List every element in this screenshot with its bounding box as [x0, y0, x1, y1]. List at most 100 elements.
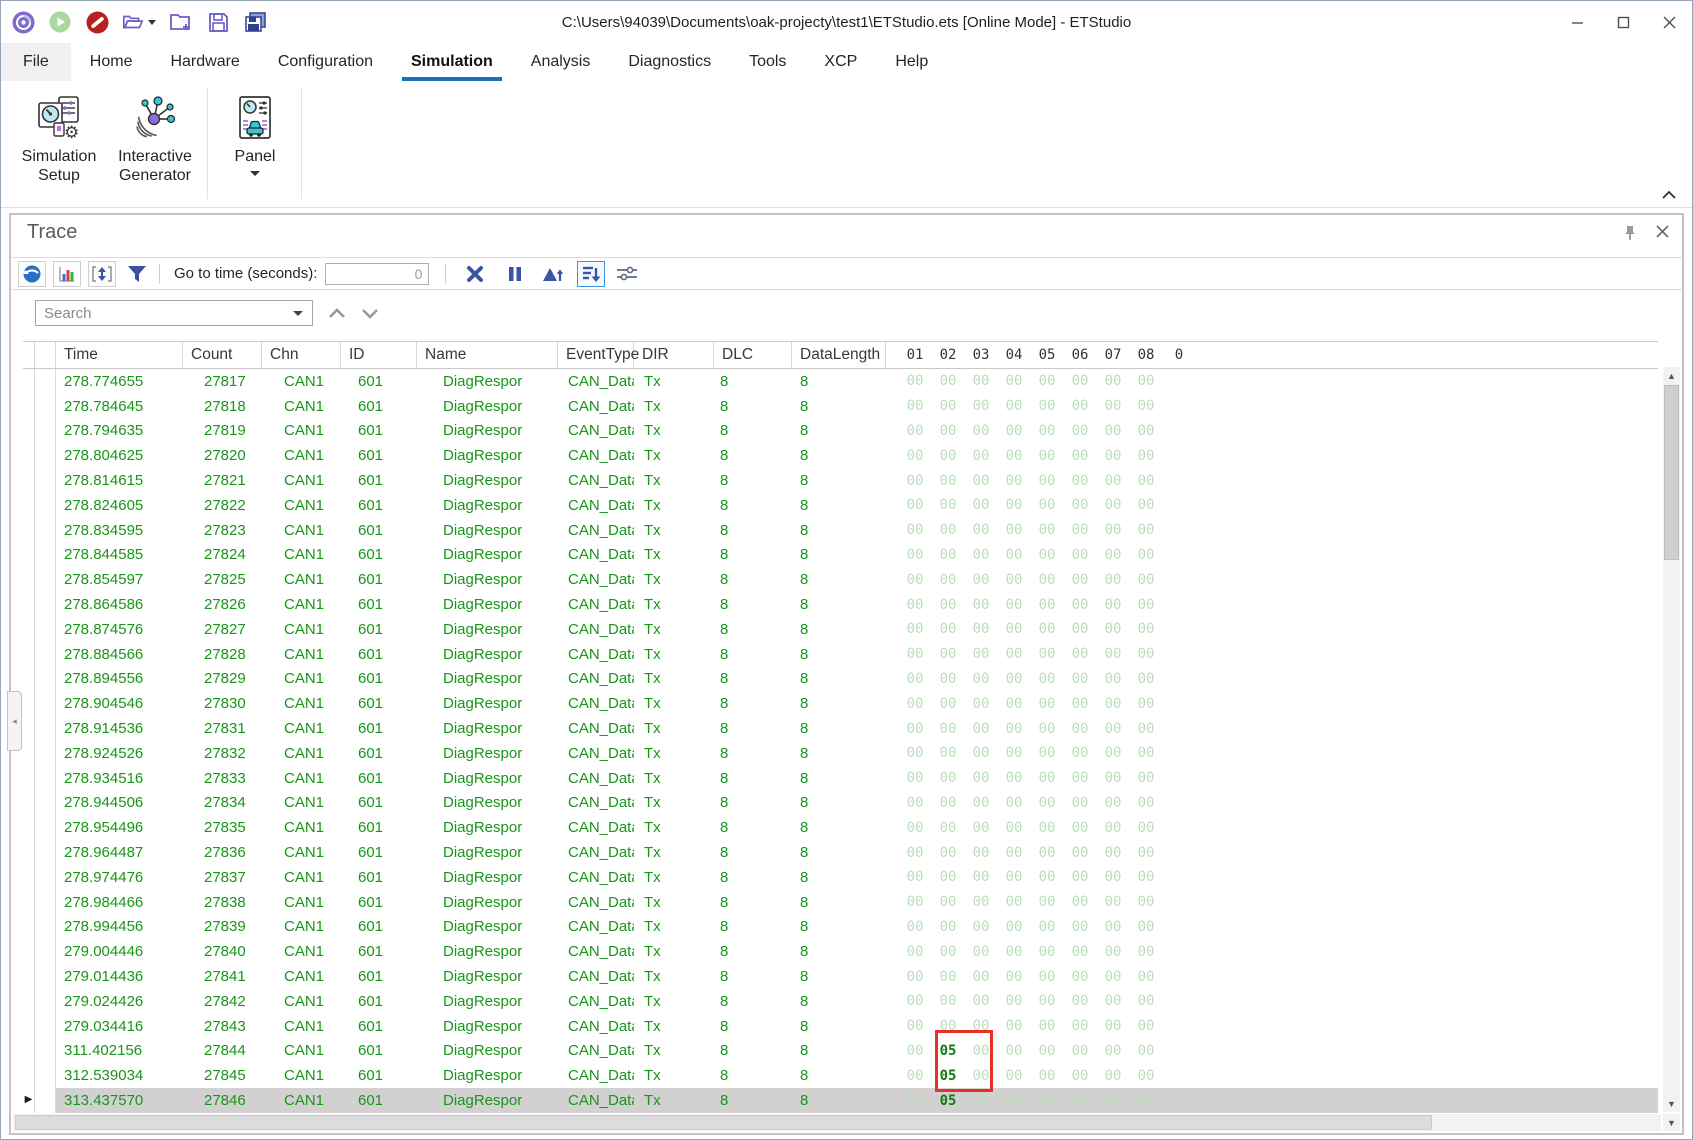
column-header-gutter[interactable]: [35, 342, 56, 368]
trace-row[interactable]: 278.94450627834CAN1601DiagResporCAN_Data…: [23, 791, 1658, 816]
column-header-dlc[interactable]: DLC: [714, 342, 792, 368]
trace-row[interactable]: 278.96448727836CAN1601DiagResporCAN_Data…: [23, 840, 1658, 865]
trace-row[interactable]: 279.00444627840CAN1601DiagResporCAN_Data…: [23, 939, 1658, 964]
menu-item-simulation[interactable]: Simulation: [392, 43, 512, 81]
trace-row[interactable]: 278.80462527820CAN1601DiagResporCAN_Data…: [23, 443, 1658, 468]
trace-row[interactable]: 312.53903427845CAN1601DiagResporCAN_Data…: [23, 1063, 1658, 1088]
stop-icon[interactable]: [85, 10, 109, 34]
trace-row[interactable]: 278.88456627828CAN1601DiagResporCAN_Data…: [23, 642, 1658, 667]
trace-row[interactable]: 279.01443627841CAN1601DiagResporCAN_Data…: [23, 964, 1658, 989]
trace-row[interactable]: 278.79463527819CAN1601DiagResporCAN_Data…: [23, 419, 1658, 444]
scroll-to-bottom-icon[interactable]: [577, 261, 605, 287]
vertical-scrollbar[interactable]: ▲ ▼: [1663, 367, 1680, 1112]
cell: [35, 443, 56, 468]
trace-row[interactable]: ▶313.43757027846CAN1601DiagResporCAN_Dat…: [23, 1088, 1658, 1113]
trace-row[interactable]: 278.89455627829CAN1601DiagResporCAN_Data…: [23, 667, 1658, 692]
menu-item-tools[interactable]: Tools: [730, 43, 805, 81]
trace-row[interactable]: 278.97447627837CAN1601DiagResporCAN_Data…: [23, 865, 1658, 890]
interactive-generator-button[interactable]: Interactive Generator: [109, 89, 201, 201]
statistics-chart-icon[interactable]: [53, 261, 81, 287]
column-header-bytes[interactable]: 01020304050607080: [886, 342, 1658, 368]
column-header-id[interactable]: ID: [341, 342, 417, 368]
filter-icon[interactable]: [123, 261, 151, 287]
minimize-button[interactable]: [1554, 1, 1600, 43]
menu-item-help[interactable]: Help: [876, 43, 947, 81]
clear-icon[interactable]: [461, 261, 489, 287]
pause-icon[interactable]: [501, 261, 529, 287]
cell: CAN1: [262, 716, 341, 741]
search-dropdown-icon[interactable]: [293, 311, 303, 316]
menu-item-diagnostics[interactable]: Diagnostics: [609, 43, 730, 81]
trace-row[interactable]: 278.86458627826CAN1601DiagResporCAN_Data…: [23, 592, 1658, 617]
panel-dropdown-icon[interactable]: [250, 171, 260, 176]
cell: 8: [714, 642, 792, 667]
splitter-handle[interactable]: ◂: [7, 691, 22, 751]
overwrite-mode-icon[interactable]: [18, 261, 46, 287]
simulation-setup-button[interactable]: ⚙ Simulation Setup: [11, 89, 107, 201]
scroll-down-icon[interactable]: ▼: [1663, 1114, 1680, 1131]
trace-row[interactable]: 278.87457627827CAN1601DiagResporCAN_Data…: [23, 617, 1658, 642]
new-file-icon[interactable]: [169, 10, 193, 34]
menu-item-hardware[interactable]: Hardware: [151, 43, 258, 81]
trace-row[interactable]: 278.95449627835CAN1601DiagResporCAN_Data…: [23, 815, 1658, 840]
column-header-gutter[interactable]: [23, 342, 35, 368]
trace-row[interactable]: 278.82460527822CAN1601DiagResporCAN_Data…: [23, 493, 1658, 518]
trace-row[interactable]: 278.83459527823CAN1601DiagResporCAN_Data…: [23, 518, 1658, 543]
menu-item-analysis[interactable]: Analysis: [512, 43, 610, 81]
vertical-scrollbar-thumb[interactable]: [1664, 385, 1679, 560]
trace-row[interactable]: 278.93451627833CAN1601DiagResporCAN_Data…: [23, 766, 1658, 791]
close-button[interactable]: [1646, 1, 1692, 43]
open-file-dropdown-icon[interactable]: [148, 20, 156, 25]
search-prev-icon[interactable]: [325, 304, 349, 322]
trace-row[interactable]: 278.99445627839CAN1601DiagResporCAN_Data…: [23, 915, 1658, 940]
column-header-dir[interactable]: DIR: [634, 342, 714, 368]
column-header-datalength[interactable]: DataLength: [792, 342, 886, 368]
cell: 8: [714, 394, 792, 419]
save-icon[interactable]: [206, 10, 230, 34]
column-header-count[interactable]: Count: [183, 342, 262, 368]
horizontal-scrollbar-thumb[interactable]: [15, 1115, 1432, 1130]
menu-item-configuration[interactable]: Configuration: [259, 43, 392, 81]
column-header-chn[interactable]: Chn: [262, 342, 341, 368]
trace-row[interactable]: 311.40215627844CAN1601DiagResporCAN_Data…: [23, 1039, 1658, 1064]
menu-item-file[interactable]: File: [1, 43, 71, 81]
search-next-icon[interactable]: [358, 304, 382, 322]
trace-row[interactable]: 278.84458527824CAN1601DiagResporCAN_Data…: [23, 543, 1658, 568]
panel-button[interactable]: Panel: [215, 89, 295, 201]
search-input[interactable]: Search: [35, 300, 313, 326]
cell: CAN_Data: [558, 840, 634, 865]
trace-row[interactable]: 278.92452627832CAN1601DiagResporCAN_Data…: [23, 741, 1658, 766]
menu-item-xcp[interactable]: XCP: [805, 43, 876, 81]
trace-row[interactable]: 278.78464527818CAN1601DiagResporCAN_Data…: [23, 394, 1658, 419]
menu-item-home[interactable]: Home: [71, 43, 152, 81]
pin-icon[interactable]: [1622, 224, 1638, 241]
trace-row[interactable]: 278.91453627831CAN1601DiagResporCAN_Data…: [23, 716, 1658, 741]
maximize-button[interactable]: [1600, 1, 1646, 43]
trace-row[interactable]: 279.02442627842CAN1601DiagResporCAN_Data…: [23, 989, 1658, 1014]
expand-rows-icon[interactable]: [88, 261, 116, 287]
collapse-ribbon-icon[interactable]: [1658, 185, 1680, 203]
goto-time-input[interactable]: 0: [325, 263, 429, 285]
trace-row[interactable]: 279.03441627843CAN1601DiagResporCAN_Data…: [23, 1014, 1658, 1039]
close-icon[interactable]: [1655, 224, 1670, 239]
cell: 278.984466: [56, 890, 183, 915]
interactive-generator-label: Interactive Generator: [109, 147, 201, 185]
column-header-eventtype[interactable]: EventType: [558, 342, 634, 368]
scroll-down-icon[interactable]: ▼: [1663, 1095, 1680, 1112]
column-header-name[interactable]: Name: [417, 342, 558, 368]
trace-row[interactable]: 278.98446627838CAN1601DiagResporCAN_Data…: [23, 890, 1658, 915]
trace-row[interactable]: 278.90454627830CAN1601DiagResporCAN_Data…: [23, 691, 1658, 716]
trace-row[interactable]: 278.85459727825CAN1601DiagResporCAN_Data…: [23, 567, 1658, 592]
horizontal-scrollbar[interactable]: [13, 1114, 1661, 1131]
cell: CAN1: [262, 1088, 341, 1113]
column-header-time[interactable]: Time: [56, 342, 183, 368]
scroll-up-icon[interactable]: ▲: [1663, 367, 1680, 384]
run-icon[interactable]: [48, 10, 72, 34]
trace-row[interactable]: 278.81461527821CAN1601DiagResporCAN_Data…: [23, 468, 1658, 493]
go-to-trigger-icon[interactable]: [539, 261, 567, 287]
trace-row[interactable]: 278.77465527817CAN1601DiagResporCAN_Data…: [23, 369, 1658, 394]
display-settings-icon[interactable]: [613, 261, 641, 287]
save-all-icon[interactable]: [243, 10, 267, 34]
open-file-icon[interactable]: [122, 10, 156, 34]
cell: 601: [341, 394, 417, 419]
